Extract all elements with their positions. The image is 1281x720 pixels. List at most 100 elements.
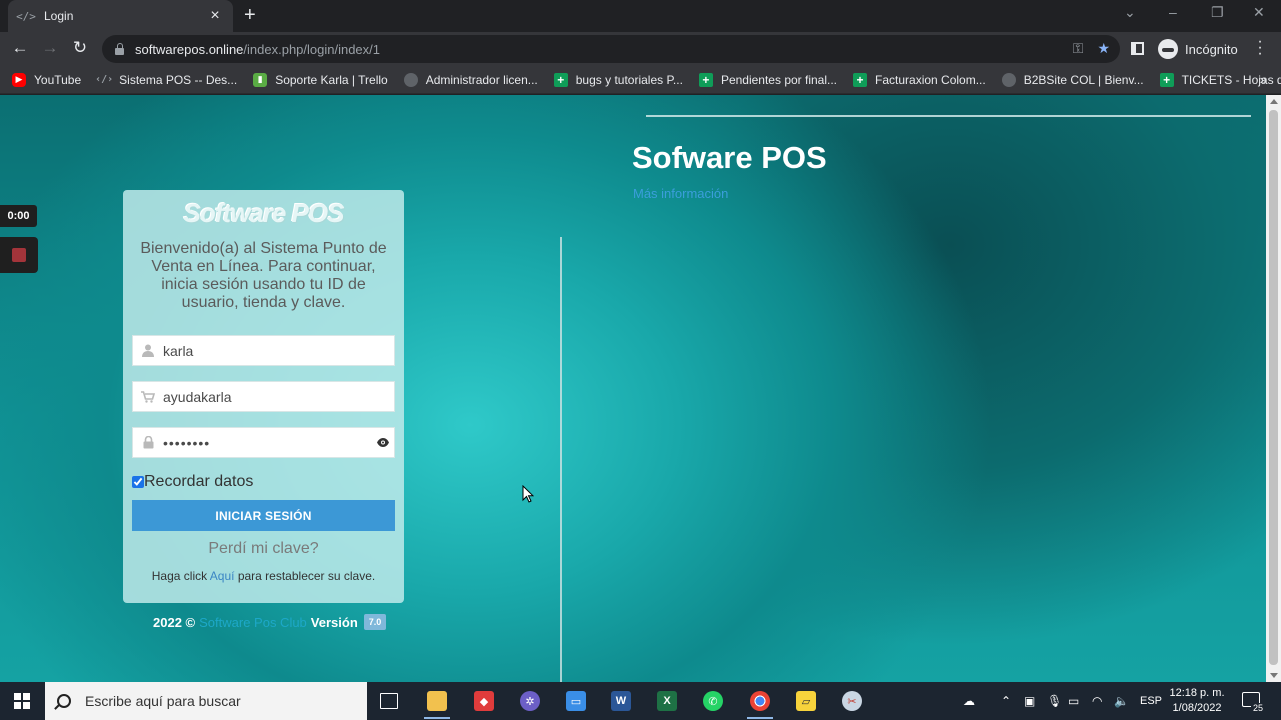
browser-menu-icon[interactable]: · · · xyxy=(1255,34,1265,62)
bookmark-trello[interactable]: ▮ Soporte Karla | Trello xyxy=(253,72,388,87)
bookmarks-bar: ▶ YouTube ‹/› Sistema POS -- Des... ▮ Sopor… xyxy=(0,66,1281,94)
wifi-icon[interactable]: ◠ xyxy=(1092,682,1102,720)
code-icon: ‹/› xyxy=(95,74,114,85)
bookmark-label: Administrador licen... xyxy=(425,72,538,87)
word-icon[interactable]: W xyxy=(611,691,631,711)
windows-start-icon[interactable] xyxy=(14,693,30,709)
reload-button[interactable]: ↻ xyxy=(70,39,90,57)
bookmark-bugs[interactable]: + bugs y tutoriales P... xyxy=(553,72,683,87)
bookmark-label: Soporte Karla | Trello xyxy=(275,72,388,87)
forgot-password-link[interactable]: Perdí mi clave? xyxy=(123,540,404,558)
clock-date: 1/08/2022 xyxy=(1172,702,1222,714)
key-icon[interactable]: ⚿ xyxy=(1073,40,1084,57)
scroll-down-arrow[interactable] xyxy=(1270,673,1278,678)
tab-search-icon[interactable]: ⌄ xyxy=(1124,4,1136,21)
more-info-link[interactable]: Más información xyxy=(633,186,728,201)
login-button[interactable]: INICIAR SESIÓN xyxy=(132,500,395,531)
version-badge: 7.0 xyxy=(363,614,387,630)
address-bar[interactable]: softwarepos.online/index.php/login/index… xyxy=(102,35,1120,63)
store-field[interactable] xyxy=(132,381,395,412)
login-card: Software POS Bienvenido(a) al Sistema Pu… xyxy=(123,190,404,603)
bookmark-facturaxion[interactable]: + Facturaxion Colom... xyxy=(853,72,986,87)
url-host: softwarepos.online xyxy=(135,41,244,57)
scroll-up-arrow[interactable] xyxy=(1270,99,1278,104)
bookmark-b2bsite[interactable]: B2BSite COL | Bienv... xyxy=(1001,72,1144,87)
close-tab-icon[interactable]: × xyxy=(207,8,223,24)
page-scrollbar[interactable] xyxy=(1266,95,1281,682)
tab-strip: </> Login × + ⌄ – ❐ ✕ xyxy=(0,0,1281,32)
language-indicator[interactable]: ESP xyxy=(1140,682,1162,720)
code-icon: </> xyxy=(16,9,36,23)
whatsapp-icon[interactable]: ✆ xyxy=(703,691,723,711)
sheets-icon: + xyxy=(553,72,568,87)
side-panel-icon[interactable] xyxy=(1131,42,1144,55)
sticky-notes-icon[interactable]: ▱ xyxy=(796,691,816,711)
footer-brand-link[interactable]: Software Pos Club xyxy=(199,615,307,630)
show-hidden-icons[interactable]: ⌃ xyxy=(1001,682,1011,720)
task-view-icon[interactable] xyxy=(380,693,398,709)
scroll-thumb[interactable] xyxy=(1269,110,1278,665)
restore-password-link[interactable]: Aquí xyxy=(210,569,235,583)
anydesk-icon[interactable]: ◆ xyxy=(474,691,494,711)
hero-title: Sofware POS xyxy=(632,140,827,175)
lock-icon[interactable] xyxy=(114,42,125,56)
bookmark-label: Sistema POS -- Des... xyxy=(119,72,238,87)
bookmark-pendientes[interactable]: + Pendientes por final... xyxy=(698,72,837,87)
divider xyxy=(646,115,1251,117)
more-bookmarks-icon[interactable]: » xyxy=(1260,72,1267,87)
file-explorer-icon[interactable] xyxy=(427,691,447,711)
incognito-label: Incógnito xyxy=(1185,41,1238,57)
page-footer: 2022 © Software Pos Club Versión 7.0 xyxy=(153,614,387,630)
battery-icon[interactable]: ▭ xyxy=(1068,682,1079,720)
lock-icon xyxy=(133,436,163,449)
store-input[interactable] xyxy=(163,388,394,405)
bookmark-sistema-pos[interactable]: ‹/› Sistema POS -- Des... xyxy=(95,72,238,87)
bookmark-label: YouTube xyxy=(34,72,82,87)
remember-data-option[interactable]: Recordar datos xyxy=(132,473,253,491)
settings-app-icon[interactable]: ✲ xyxy=(520,691,540,711)
bookmark-youtube[interactable]: ▶ YouTube xyxy=(12,72,82,87)
snipping-tool-icon[interactable]: ✂ xyxy=(842,691,862,711)
taskbar-search[interactable]: Escribe aquí para buscar xyxy=(45,682,367,720)
eye-icon[interactable] xyxy=(372,436,394,450)
password-field[interactable] xyxy=(132,427,395,458)
restore-button[interactable]: ❐ xyxy=(1211,4,1224,21)
close-window-button[interactable]: ✕ xyxy=(1253,4,1265,21)
meet-now-icon[interactable]: ▣ xyxy=(1024,682,1035,720)
remember-data-checkbox[interactable] xyxy=(132,476,144,488)
chrome-icon[interactable] xyxy=(750,691,770,711)
bookmark-label: Facturaxion Colom... xyxy=(875,72,986,87)
browser-tab[interactable]: </> Login × xyxy=(8,0,233,32)
welcome-text: Bienvenido(a) al Sistema Punto de Venta … xyxy=(140,240,387,311)
forward-button[interactable]: → xyxy=(40,39,60,57)
active-indicator xyxy=(424,717,450,719)
user-id-field[interactable] xyxy=(132,335,395,366)
search-icon xyxy=(57,694,71,708)
excel-icon[interactable]: X xyxy=(657,691,677,711)
bookmark-label: B2BSite COL | Bienv... xyxy=(1023,72,1144,87)
incognito-profile[interactable]: Incógnito xyxy=(1158,39,1238,59)
minimize-button[interactable]: – xyxy=(1169,4,1177,20)
remote-desktop-icon[interactable]: ▭ xyxy=(566,691,586,711)
trello-icon: ▮ xyxy=(253,72,268,87)
globe-icon xyxy=(403,72,418,87)
user-id-input[interactable] xyxy=(163,342,394,359)
taskbar-clock[interactable]: 12:18 p. m. 1/08/2022 xyxy=(1166,686,1228,716)
bookmark-administrador[interactable]: Administrador licen... xyxy=(403,72,538,87)
volume-icon[interactable]: 🔈 xyxy=(1114,682,1129,720)
login-logo: Software POS xyxy=(183,198,345,228)
bookmark-star-icon[interactable]: ★ xyxy=(1097,40,1110,57)
sheets-icon: + xyxy=(1159,72,1174,87)
onedrive-icon[interactable]: ☁ xyxy=(963,682,975,720)
back-button[interactable]: ← xyxy=(10,39,30,57)
microphone-icon[interactable]: 🎙 xyxy=(1047,682,1062,720)
stop-recording-button[interactable] xyxy=(0,237,38,273)
new-tab-button[interactable]: + xyxy=(244,5,256,25)
restore-prefix: Haga click xyxy=(151,569,210,583)
sheets-icon: + xyxy=(853,72,868,87)
recording-timer: 0:00 xyxy=(0,205,37,227)
password-input[interactable] xyxy=(163,434,372,451)
restore-suffix: para restablecer su clave. xyxy=(234,569,376,583)
url-path: /index.php/login/index/1 xyxy=(243,41,381,57)
footer-version-label: Versión xyxy=(310,614,358,630)
